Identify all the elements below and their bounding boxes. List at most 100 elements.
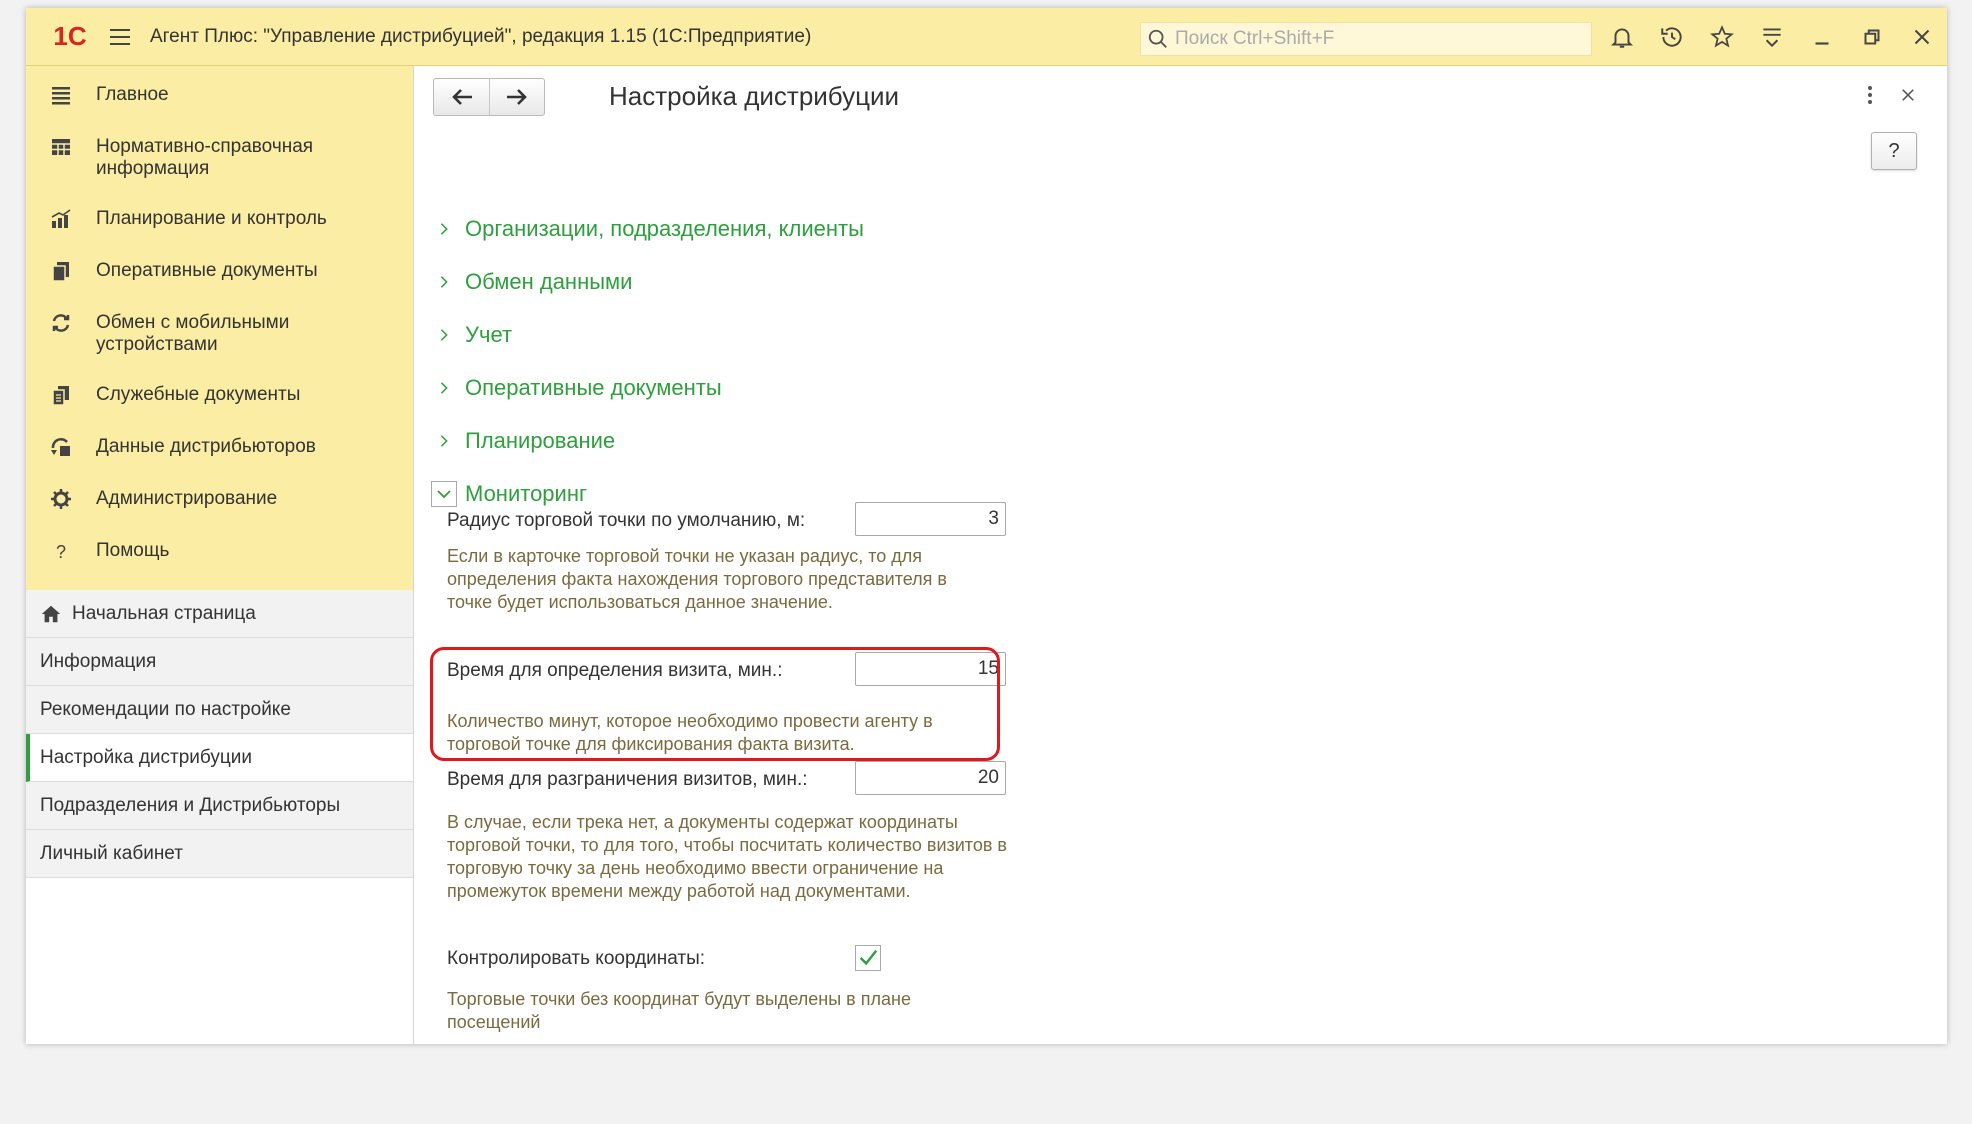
svg-text:?: ? <box>56 542 66 562</box>
section-mobile-exchange[interactable]: Обмен с мобильными устройствами <box>26 300 413 372</box>
search-input[interactable] <box>1175 28 1575 50</box>
section-administration[interactable]: Администрирование <box>26 476 413 528</box>
section-main[interactable]: Главное <box>26 72 413 124</box>
chevron-right-icon <box>431 375 457 401</box>
settings-menu-icon[interactable] <box>1747 8 1797 66</box>
section-planning[interactable]: Планирование и контроль <box>26 196 413 248</box>
search-box[interactable] <box>1140 22 1592 56</box>
close-icon <box>1902 89 1914 101</box>
visit-time-hint: Количество минут, которое необходимо про… <box>447 711 933 754</box>
notifications-bell-icon[interactable] <box>1597 8 1647 66</box>
group-label: Учет <box>465 321 513 347</box>
main-menu-button[interactable] <box>100 8 140 66</box>
visit-time-input[interactable] <box>855 652 1006 686</box>
section-label: Служебные документы <box>96 384 301 405</box>
more-vertical-icon <box>1868 86 1872 104</box>
group-label: Организации, подразделения, клиенты <box>465 215 864 241</box>
gear-icon <box>46 484 76 514</box>
app-window: 1С Агент Плюс: "Управление дистрибуцией"… <box>26 8 1947 1044</box>
search-icon <box>1141 22 1175 56</box>
favorites-star-icon[interactable] <box>1697 8 1747 66</box>
close-window-icon[interactable] <box>1897 8 1947 66</box>
restore-icon[interactable] <box>1847 8 1897 66</box>
nav-setup-recommendations[interactable]: Рекомендации по настройке <box>26 686 413 734</box>
group-data-exchange[interactable]: Обмен данными <box>431 255 864 308</box>
group-label: Мониторинг <box>465 480 588 506</box>
title-bar: 1С Агент Плюс: "Управление дистрибуцией"… <box>26 8 1947 66</box>
app-title: Агент Плюс: "Управление дистрибуцией", р… <box>150 25 812 47</box>
section-reference-info[interactable]: Нормативно-справочная информация <box>26 124 413 196</box>
section-label: Нормативно-справочная информация <box>96 136 314 179</box>
nav-label: Начальная страница <box>72 602 256 624</box>
group-accounting[interactable]: Учет <box>431 308 864 361</box>
forward-button[interactable] <box>489 79 544 115</box>
checkmark-icon <box>859 949 878 966</box>
control-coords-hint: Торговые точки без координат будут выдел… <box>447 989 911 1032</box>
arrow-left-icon <box>451 89 472 105</box>
control-coords-label: Контролировать координаты: <box>447 948 706 969</box>
minimize-icon[interactable] <box>1797 8 1847 66</box>
arrow-right-icon <box>507 89 527 105</box>
nav-home-page[interactable]: Начальная страница <box>26 590 413 638</box>
visit-time-row: Время для определения визита, мин.: <box>447 660 782 682</box>
nav-departments-distributors[interactable]: Подразделения и Дистрибьюторы <box>26 782 413 830</box>
visit-split-label: Время для разграничения визитов, мин.: <box>447 769 808 790</box>
question-icon: ? <box>46 536 76 566</box>
group-label: Планирование <box>465 427 616 453</box>
chevron-right-icon <box>431 322 457 348</box>
settings-groups: Организации, подразделения, клиенты Обме… <box>431 202 864 520</box>
distributor-data-icon <box>46 432 76 462</box>
section-label: Оперативные документы <box>96 260 318 281</box>
chevron-right-icon <box>431 269 457 295</box>
section-service-docs[interactable]: Служебные документы <box>26 372 413 424</box>
home-icon <box>40 603 62 625</box>
section-label: Главное <box>96 84 169 105</box>
section-label: Планирование и контроль <box>96 208 327 229</box>
history-icon[interactable] <box>1647 8 1697 66</box>
main-content: Настройка дистрибуции ? Организации, под… <box>415 66 1947 1044</box>
nav-label: Рекомендации по настройке <box>40 698 291 720</box>
chevron-down-icon <box>431 480 457 507</box>
nav-label: Личный кабинет <box>40 842 183 864</box>
nav-label: Подразделения и Дистрибьюторы <box>40 794 341 816</box>
back-button[interactable] <box>434 79 489 115</box>
chevron-right-icon <box>431 216 457 242</box>
group-label: Обмен данными <box>465 268 633 294</box>
section-help[interactable]: ? Помощь <box>26 528 413 580</box>
sections-panel: Главное Нормативно-справочная информация… <box>26 66 413 590</box>
history-nav <box>433 78 545 116</box>
more-actions-button[interactable] <box>1857 80 1883 110</box>
table-grid-icon <box>46 132 76 162</box>
group-planning[interactable]: Планирование <box>431 414 864 467</box>
visit-split-hint: В случае, если трека нет, а документы со… <box>447 812 1007 901</box>
radius-label: Радиус торговой точки по умолчанию, м: <box>447 510 806 531</box>
radius-input[interactable] <box>855 502 1006 536</box>
control-coords-row: Контролировать координаты: <box>447 948 705 970</box>
sidebar: Главное Нормативно-справочная информация… <box>26 66 414 1044</box>
open-pages-list: Начальная страница Информация Рекомендац… <box>26 590 413 878</box>
bar-chart-icon <box>46 204 76 234</box>
help-button[interactable]: ? <box>1871 132 1917 170</box>
group-label: Оперативные документы <box>465 374 722 400</box>
nav-distribution-settings[interactable]: Настройка дистрибуции <box>26 734 413 782</box>
section-distributor-data[interactable]: Данные дистрибьюторов <box>26 424 413 476</box>
section-label: Данные дистрибьюторов <box>96 436 316 457</box>
menu-lines-icon <box>46 80 76 110</box>
title-bar-actions <box>1597 8 1947 66</box>
section-label: Помощь <box>96 540 170 561</box>
nav-information[interactable]: Информация <box>26 638 413 686</box>
chevron-right-icon <box>431 428 457 454</box>
visit-time-label: Время для определения визита, мин.: <box>447 660 783 681</box>
close-form-button[interactable] <box>1893 80 1923 110</box>
group-organizations[interactable]: Организации, подразделения, клиенты <box>431 202 864 255</box>
sync-icon <box>46 308 76 338</box>
section-operational-docs[interactable]: Оперативные документы <box>26 248 413 300</box>
hamburger-icon <box>110 28 130 45</box>
nav-label: Настройка дистрибуции <box>40 746 252 768</box>
group-operational-docs[interactable]: Оперативные документы <box>431 361 864 414</box>
section-label: Обмен с мобильными устройствами <box>96 312 290 355</box>
nav-personal-account[interactable]: Личный кабинет <box>26 830 413 878</box>
control-coords-checkbox[interactable] <box>855 945 881 971</box>
visit-split-input[interactable] <box>855 761 1006 795</box>
page-title: Настройка дистрибуции <box>609 81 900 111</box>
